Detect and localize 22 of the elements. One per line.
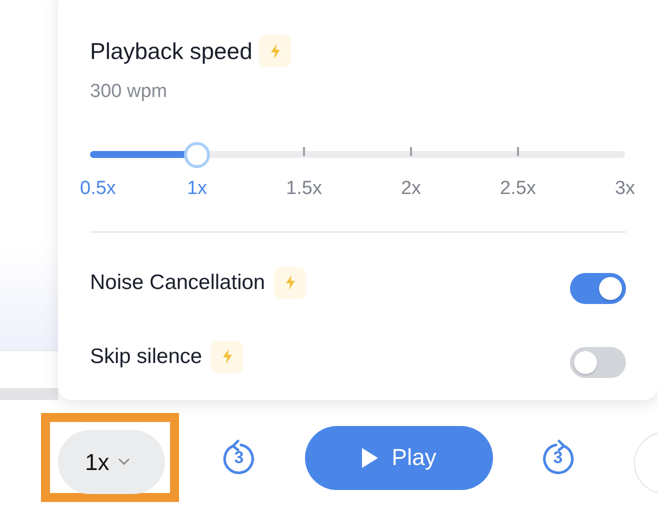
play-button[interactable]: Play (305, 426, 493, 490)
option-label: Skip silence (90, 344, 202, 368)
speed-label[interactable]: 1x (186, 178, 208, 200)
speed-button[interactable]: 1x (58, 430, 165, 494)
speed-label[interactable]: 0.5x (80, 178, 116, 200)
option-label: Noise Cancellation (90, 270, 266, 294)
wpm-reading: 300 wpm (90, 81, 168, 103)
progress-track (0, 388, 58, 400)
speed-label[interactable]: 2.5x (500, 178, 536, 200)
tick-mark (517, 146, 519, 156)
toggle-switch[interactable] (570, 273, 626, 304)
speed-label[interactable]: 2x (400, 178, 422, 200)
slider-thumb[interactable] (184, 142, 210, 168)
tick-mark (410, 146, 412, 156)
popover-title: Playback speed (90, 38, 252, 64)
tick-mark (303, 146, 305, 156)
speed-label[interactable]: 3x (614, 178, 636, 200)
chevron-down-icon (118, 458, 130, 466)
speed-slider[interactable] (90, 141, 625, 167)
toggle-switch[interactable] (570, 347, 626, 378)
play-icon (362, 448, 378, 468)
speed-label[interactable]: 1.5x (286, 178, 322, 200)
